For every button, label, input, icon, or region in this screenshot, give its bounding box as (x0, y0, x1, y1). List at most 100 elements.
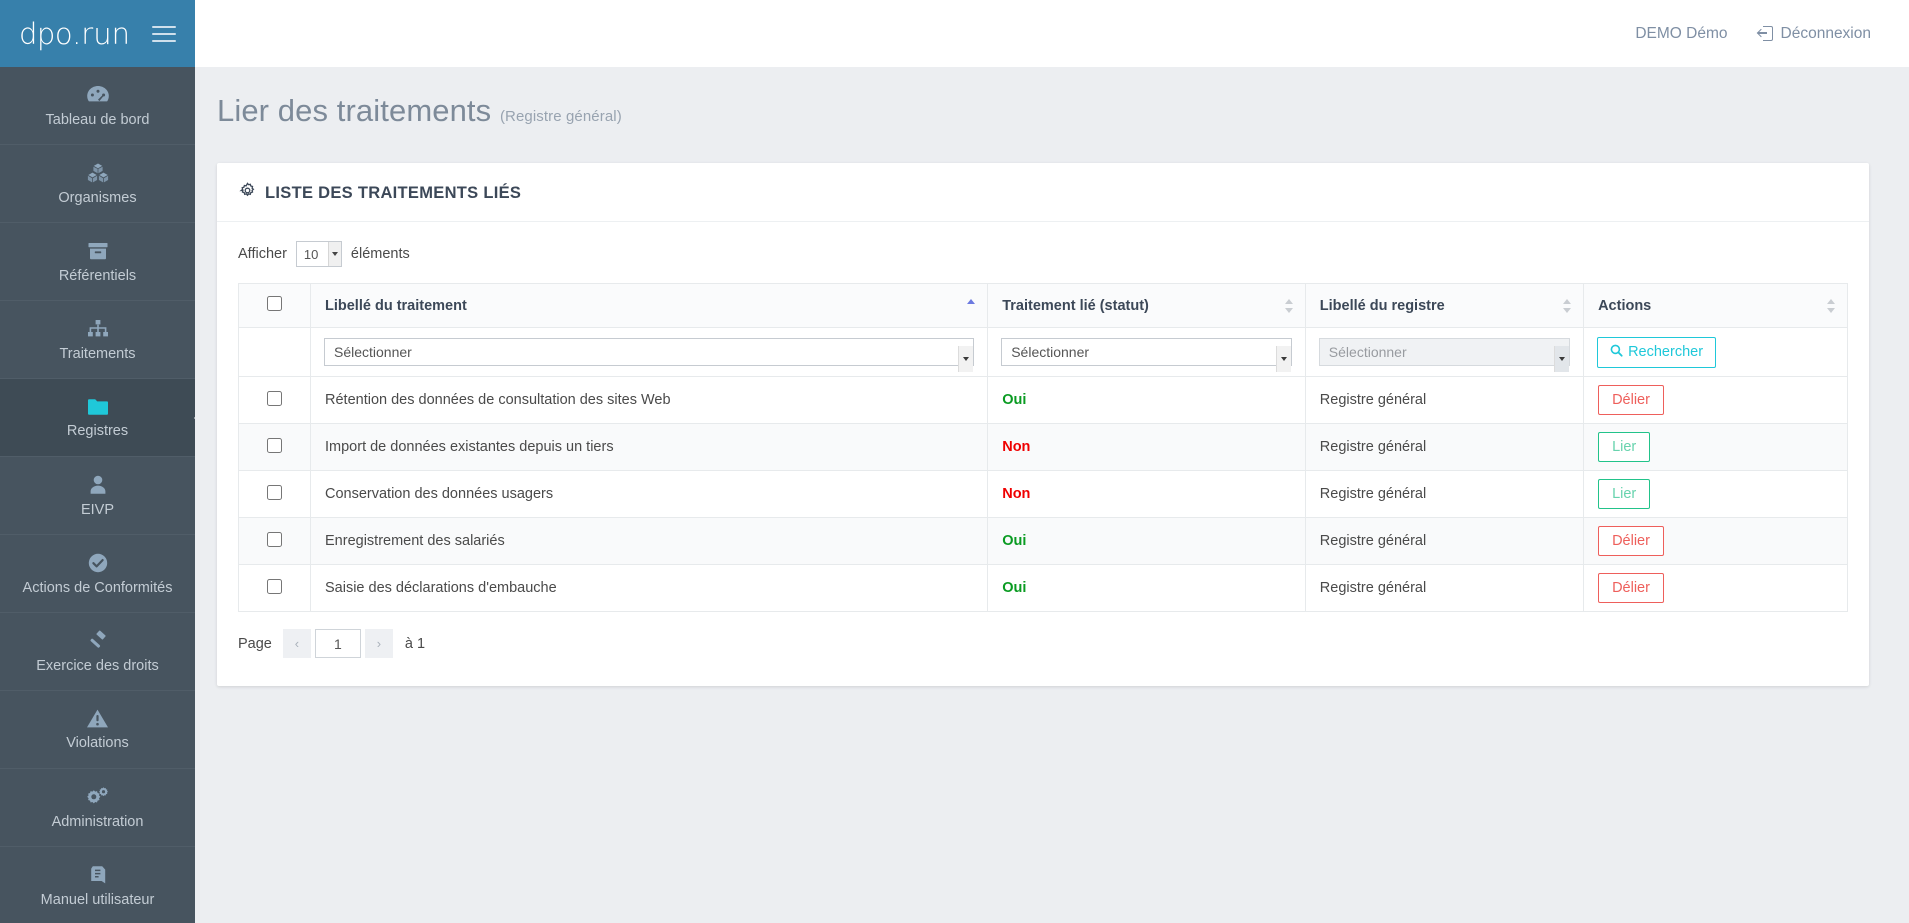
column-label: Libellé du registre (1319, 297, 1445, 314)
sidebar-item-label: Registres (66, 422, 129, 439)
top-bar: dpo.run DEMO Démo Déconnexion (0, 0, 1909, 67)
row-select-cell (238, 517, 311, 565)
magnifier-icon (1610, 344, 1623, 361)
sidebar-item-tableau-de-bord[interactable]: Tableau de bord (0, 67, 195, 145)
hamburger-icon[interactable] (151, 25, 176, 42)
sidebar-item-violations[interactable]: Violations (0, 691, 195, 769)
logo-text: dpo (19, 16, 73, 51)
card-title: LISTE DES TRAITEMENTS LIÉS (265, 183, 522, 202)
sidebar-item-referentiels[interactable]: Référentiels (0, 223, 195, 301)
column-label: Actions (1598, 297, 1652, 314)
table-row: Rétention des données de consultation de… (238, 376, 1848, 424)
page-length-control: Afficher 10 éléments (238, 241, 1848, 267)
pagination-next-button[interactable]: › (364, 629, 393, 658)
filter-statut-cell: Sélectionner (987, 327, 1306, 377)
sidebar-item-exercice-des-droits[interactable]: Exercice des droits (0, 613, 195, 691)
search-button-label: Rechercher (1628, 344, 1704, 360)
link-button[interactable]: Lier (1598, 479, 1651, 509)
sort-icon (1563, 298, 1572, 314)
pagination-page-input[interactable] (314, 629, 361, 658)
logout-label: Déconnexion (1780, 24, 1871, 42)
table-row: Saisie des déclarations d'embauche Oui R… (238, 564, 1848, 612)
sort-icon (1827, 298, 1836, 314)
row-select-cell (238, 423, 311, 471)
status-badge: Non (1002, 486, 1031, 502)
table-body: Sélectionner Sélectionner Sélectionner R… (238, 327, 1848, 612)
cell-statut: Oui (987, 517, 1306, 565)
cell-actions: Lier (1583, 423, 1848, 471)
sidebar-item-traitements[interactable]: Traitements (0, 301, 195, 379)
unlink-button[interactable]: Délier (1598, 526, 1664, 556)
sitemap-icon (86, 318, 110, 340)
filter-registre-cell: Sélectionner (1304, 327, 1585, 377)
pagination-label: Page (238, 635, 272, 652)
column-actions[interactable]: Actions (1583, 283, 1848, 328)
filter-statut-wrap: Sélectionner (1001, 338, 1292, 372)
folder-icon (86, 397, 110, 417)
row-checkbox[interactable] (267, 578, 282, 594)
filter-traitement-select[interactable]: Sélectionner (324, 338, 975, 366)
sidebar-item-label: Tableau de bord (45, 111, 150, 128)
sidebar-item-label: Manuel utilisateur (40, 891, 155, 908)
current-user-label: DEMO Démo (1635, 24, 1728, 42)
filter-checkbox-cell (238, 327, 311, 377)
traitements-table: Libellé du traitement Traitement lié (st… (238, 283, 1848, 612)
page-length-select[interactable]: 10 (295, 241, 342, 267)
cell-statut: Non (987, 470, 1306, 518)
cell-registre: Registre général (1304, 423, 1585, 471)
search-button[interactable]: Rechercher (1597, 336, 1717, 368)
column-libelle-registre[interactable]: Libellé du registre (1304, 283, 1585, 328)
pagination-prev-button[interactable]: ‹ (282, 629, 311, 658)
filter-actions-cell: Rechercher (1583, 327, 1848, 377)
page-length-select-wrap: 10 (295, 241, 342, 267)
app-logo[interactable]: dpo.run (19, 17, 130, 51)
filter-registre-select[interactable]: Sélectionner (1318, 338, 1571, 366)
gear-icon (239, 182, 256, 204)
status-badge: Oui (1002, 580, 1027, 596)
table-header-row: Libellé du traitement Traitement lié (st… (238, 283, 1848, 328)
cell-registre: Registre général (1304, 564, 1585, 612)
select-all-checkbox[interactable] (267, 296, 282, 311)
main-content: Lier des traitements (Registre général) … (195, 67, 1909, 923)
row-checkbox[interactable] (267, 484, 282, 500)
sidebar-item-label: Organismes (58, 189, 137, 206)
sidebar-item-registres[interactable]: Registres (0, 379, 195, 457)
cell-actions: Lier (1583, 470, 1848, 518)
row-checkbox[interactable] (267, 437, 282, 453)
hamburger-bar (151, 39, 176, 42)
sidebar-item-manuel-utilisateur[interactable]: Manuel utilisateur (0, 847, 195, 923)
filter-traitement-wrap: Sélectionner (324, 338, 975, 372)
sidebar-item-actions-de-conformites[interactable]: Actions de Conformités (0, 535, 195, 613)
boxes-icon (86, 162, 110, 184)
sidebar-item-label: Actions de Conformités (22, 579, 173, 596)
cell-registre: Registre général (1304, 517, 1585, 565)
cell-libelle-traitement: Import de données existantes depuis un t… (309, 423, 989, 471)
cell-actions: Délier (1583, 376, 1848, 424)
row-checkbox[interactable] (267, 531, 282, 547)
table-row: Conservation des données usagers Non Reg… (238, 470, 1848, 518)
logout-button[interactable]: Déconnexion (1756, 24, 1871, 43)
unlink-button[interactable]: Délier (1598, 385, 1664, 415)
current-user[interactable]: DEMO Démo (1635, 25, 1727, 43)
row-select-cell (238, 376, 311, 424)
table-head: Libellé du traitement Traitement lié (st… (238, 283, 1848, 328)
sidebar-item-label: Violations (66, 735, 129, 752)
cell-libelle-traitement: Enregistrement des salariés (309, 517, 989, 565)
row-checkbox[interactable] (267, 390, 282, 406)
table-row: Enregistrement des salariés Oui Registre… (238, 517, 1848, 565)
table-row: Import de données existantes depuis un t… (238, 423, 1848, 471)
sidebar-item-eivp[interactable]: EIVP (0, 457, 195, 535)
gavel-icon (86, 630, 110, 652)
filter-statut-select[interactable]: Sélectionner (1001, 338, 1292, 366)
sort-icon (1284, 298, 1294, 314)
column-traitement-lie-statut[interactable]: Traitement lié (statut) (987, 283, 1306, 328)
unlink-button[interactable]: Délier (1598, 573, 1664, 603)
column-libelle-traitement[interactable]: Libellé du traitement (309, 283, 989, 328)
sidebar-item-administration[interactable]: Administration (0, 769, 195, 847)
brand-bar: dpo.run (0, 0, 195, 67)
top-right-menu: DEMO Démo Déconnexion (1635, 25, 1909, 43)
cell-libelle-traitement: Saisie des déclarations d'embauche (309, 564, 989, 612)
archive-box-icon (87, 240, 109, 262)
sidebar-item-organismes[interactable]: Organismes (0, 145, 195, 223)
link-button[interactable]: Lier (1598, 432, 1651, 462)
